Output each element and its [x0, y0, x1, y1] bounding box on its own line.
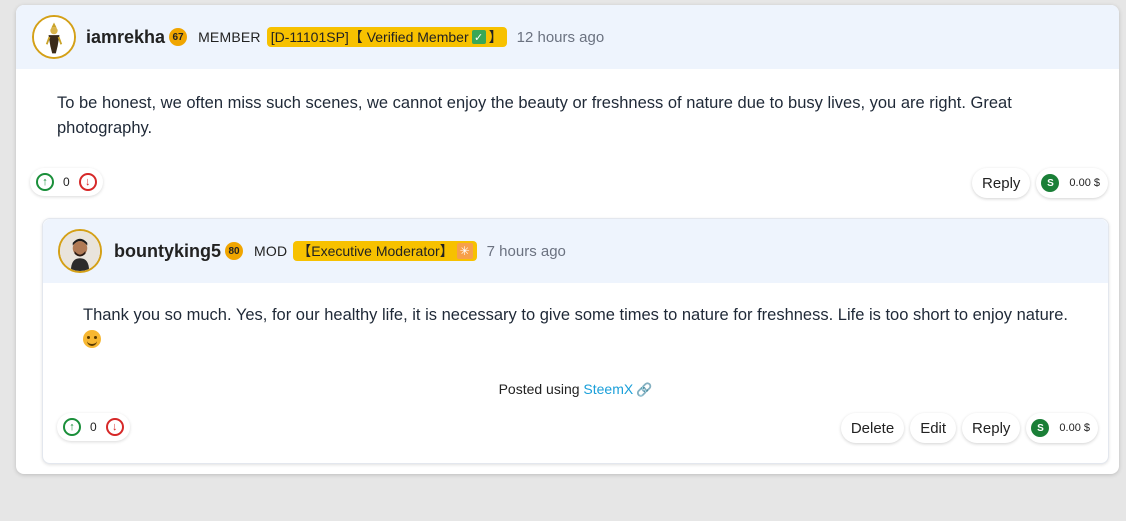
- vote-widget: ↑ 0 ↓: [30, 168, 103, 196]
- moderator-tag-text: 【Executive Moderator】: [297, 243, 454, 259]
- timestamp[interactable]: 7 hours ago: [487, 243, 566, 260]
- sparkle-icon: ✳: [456, 243, 473, 259]
- role-label: MEMBER: [198, 29, 261, 45]
- comment-header: iamrekha 67 MEMBER [D-11101SP]【 Verified…: [16, 5, 1119, 69]
- comment-actions: Reply S 0.00 $: [972, 168, 1108, 198]
- role-label: MOD: [254, 243, 288, 259]
- username[interactable]: bountyking5: [114, 241, 221, 262]
- delete-button[interactable]: Delete: [840, 413, 905, 443]
- vote-count: 0: [90, 420, 97, 434]
- timestamp[interactable]: 12 hours ago: [517, 29, 605, 46]
- payout-value: 0.00 $: [1059, 422, 1090, 434]
- steem-icon: S: [1031, 419, 1050, 437]
- vote-widget: ↑ 0 ↓: [57, 413, 130, 441]
- smiling-face-emoji-icon: [83, 330, 101, 348]
- moderator-tag: 【Executive Moderator】 ✳: [293, 241, 477, 261]
- avatar[interactable]: [32, 15, 76, 59]
- reply-button[interactable]: Reply: [972, 168, 1031, 198]
- posted-using: Posted using SteemX 🔗: [43, 381, 1108, 398]
- member-tag: [D-11101SP]【 Verified Member ✓ 】: [266, 27, 507, 47]
- reputation-badge: 80: [225, 242, 243, 260]
- edit-button[interactable]: Edit: [910, 413, 957, 443]
- check-icon: ✓: [471, 30, 486, 44]
- vote-count: 0: [63, 175, 70, 189]
- reputation-badge: 67: [169, 28, 188, 46]
- steem-icon: S: [1041, 174, 1060, 192]
- member-tag-text: [D-11101SP]【 Verified Member: [270, 29, 469, 45]
- posted-using-label: Posted using: [498, 381, 580, 397]
- reply-button[interactable]: Reply: [962, 413, 1021, 443]
- avatar[interactable]: [58, 229, 102, 273]
- upvote-icon[interactable]: ↑: [36, 173, 54, 191]
- reply-body-text: Thank you so much. Yes, for our healthy …: [83, 306, 1068, 324]
- link-icon: 🔗: [636, 382, 653, 397]
- reply-header: bountyking5 80 MOD 【Executive Moderator】…: [43, 219, 1108, 283]
- username[interactable]: iamrekha: [86, 27, 165, 48]
- steemx-link[interactable]: SteemX: [583, 381, 633, 397]
- member-tag-end: 】: [488, 29, 503, 45]
- reply-actions: Delete Edit Reply S 0.00 $: [840, 413, 1098, 443]
- downvote-icon[interactable]: ↓: [78, 173, 97, 191]
- payout-value: 0.00 $: [1069, 177, 1100, 189]
- reply-body: Thank you so much. Yes, for our healthy …: [83, 303, 1073, 353]
- upvote-icon[interactable]: ↑: [63, 418, 81, 436]
- payout-button[interactable]: S 0.00 $: [1026, 413, 1098, 443]
- comment-body: To be honest, we often miss such scenes,…: [57, 94, 1012, 137]
- reply-card: bountyking5 80 MOD 【Executive Moderator】…: [42, 218, 1109, 464]
- payout-button[interactable]: S 0.00 $: [1036, 168, 1108, 198]
- downvote-icon[interactable]: ↓: [105, 418, 124, 436]
